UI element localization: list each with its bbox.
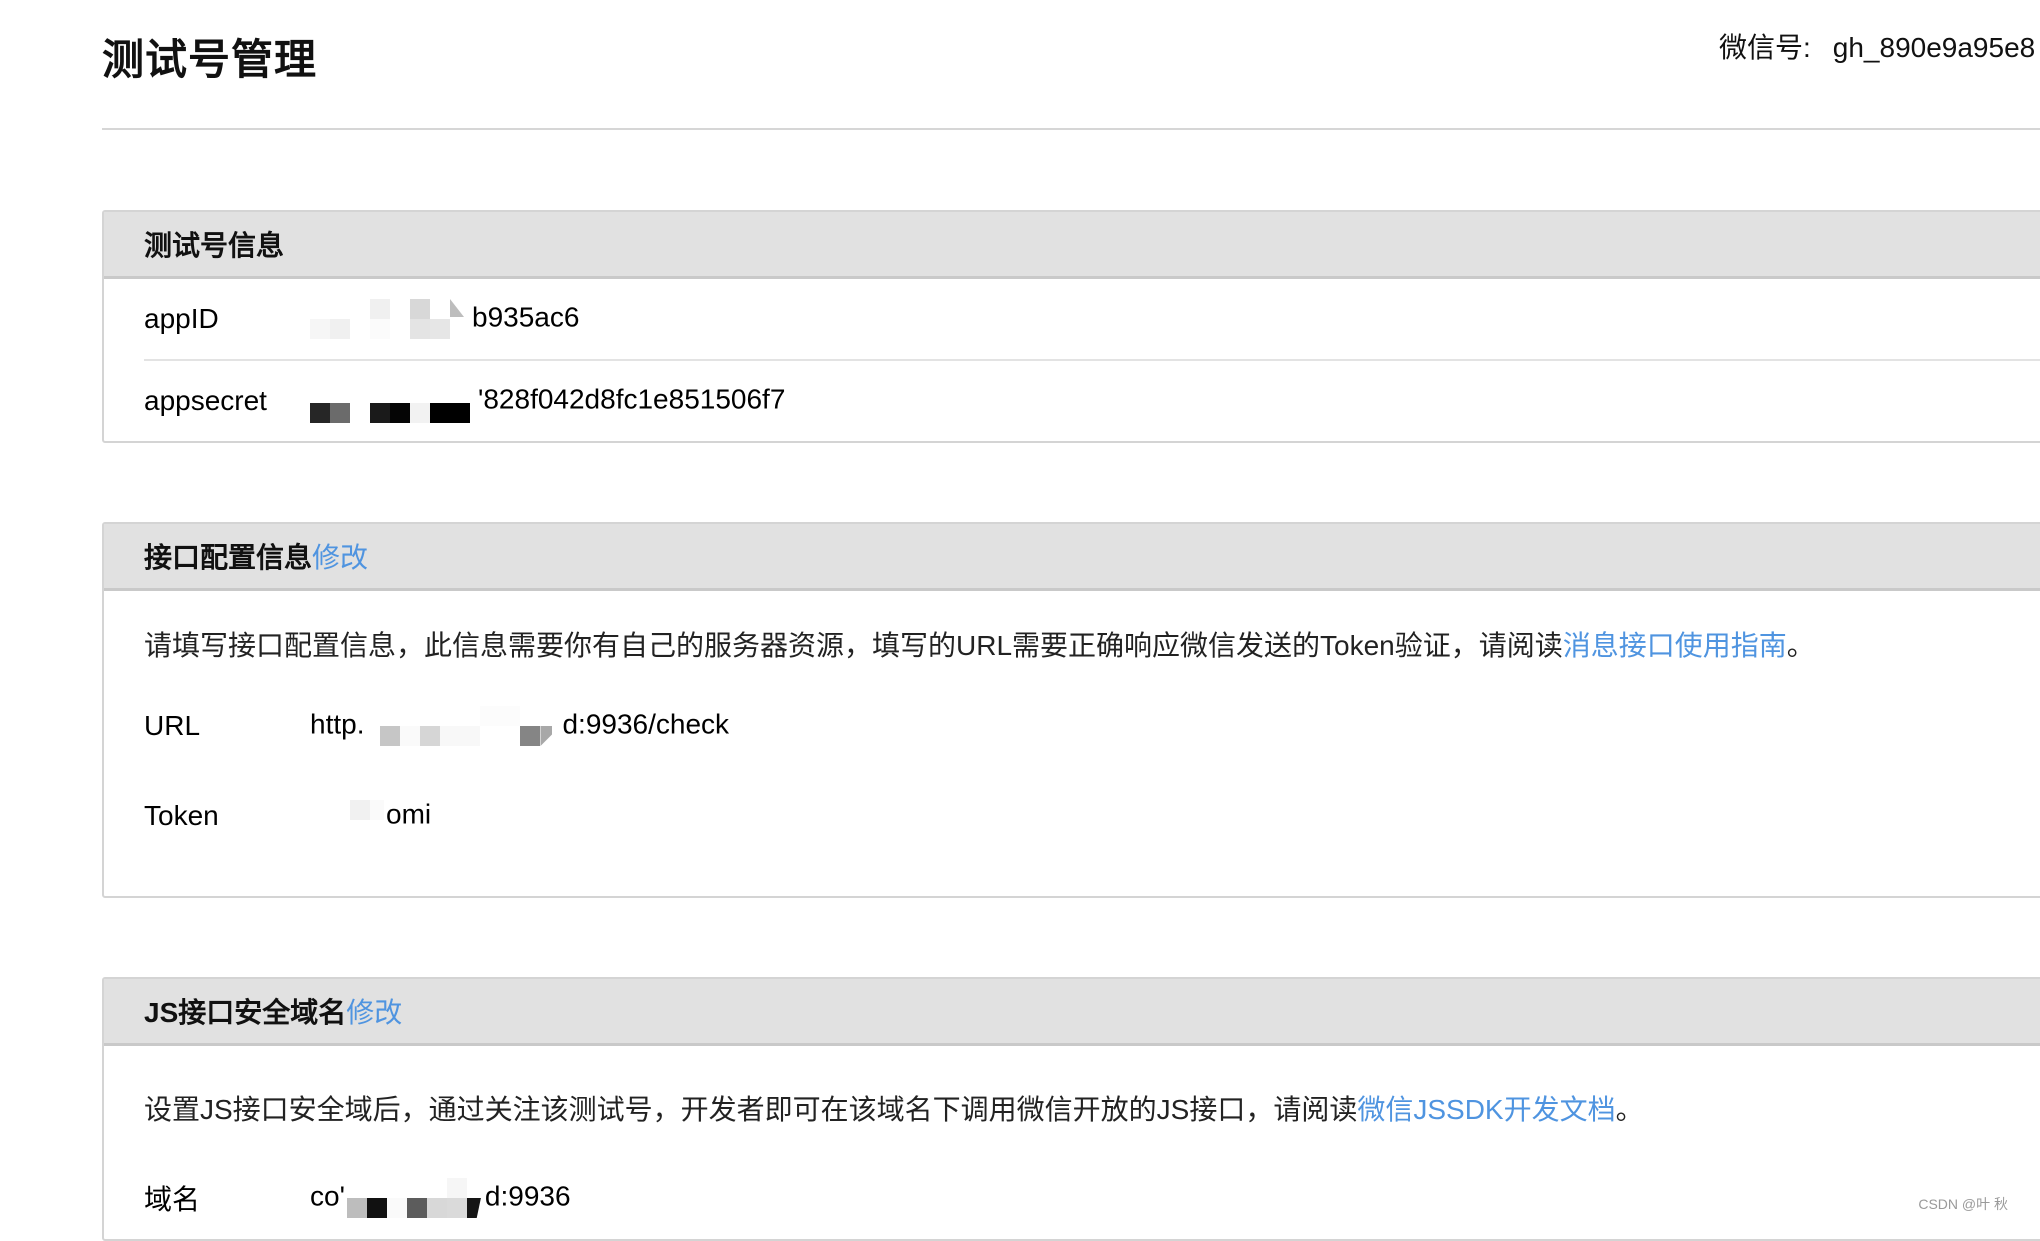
url-label: URL <box>144 710 201 741</box>
redaction-mosaic <box>310 299 472 339</box>
section-header: 测试号信息 <box>104 212 2040 279</box>
appsecret-visible-text: '828f042d8fc1e851506f7 <box>478 383 786 415</box>
redaction-mosaic <box>310 381 478 423</box>
url-suffix: d:9936/check <box>562 708 730 740</box>
js-domain-description: 设置JS接口安全域后，通过关注该测试号，开发者即可在该域名下调用微信开放的JS接… <box>144 1088 2040 1128</box>
section-header: JS接口安全域名 修改 <box>104 979 2040 1046</box>
url-row: URL http. d:9936/check <box>144 694 2040 758</box>
interface-config-section: 接口配置信息 修改 请填写接口配置信息，此信息需要你有自己的服务器资源，填写的UR… <box>102 522 2040 898</box>
domain-row: 域名 co' d:9936 <box>144 1166 2040 1230</box>
watermark: CSDN @叶 秋 <box>1914 1194 2012 1214</box>
token-row: Token omi <box>144 784 2040 848</box>
page-title: 测试号管理 <box>102 36 318 83</box>
domain-suffix: d:9936 <box>484 1180 571 1212</box>
redaction-mosaic <box>345 1178 485 1218</box>
message-api-guide-link[interactable]: 消息接口使用指南 <box>1563 630 1787 661</box>
appid-visible-text: b935ac6 <box>472 301 580 333</box>
wechat-id-label: 微信号: <box>1719 32 1811 63</box>
js-domain-section: JS接口安全域名 修改 设置JS接口安全域后，通过关注该测试号，开发者即可在该域名… <box>102 977 2040 1241</box>
wechat-id-value: gh_890e9a95e8 <box>1832 32 2036 63</box>
description-text: 请填写接口配置信息，此信息需要你有自己的服务器资源，填写的URL需要正确响应微信… <box>144 630 1563 661</box>
wechat-id: 微信号: gh_890e9a95e8 <box>1719 26 2035 66</box>
section-header: 接口配置信息 修改 <box>104 524 2040 591</box>
domain-value: co' d:9936 <box>310 1178 571 1218</box>
appsecret-label: appsecret <box>144 385 267 416</box>
appid-label: appID <box>144 303 219 334</box>
description-text: 设置JS接口安全域后，通过关注该测试号，开发者即可在该域名下调用微信开放的JS接… <box>144 1094 1358 1125</box>
description-end: 。 <box>1786 630 1815 661</box>
header-divider <box>102 128 2040 130</box>
token-label: Token <box>144 800 219 831</box>
edit-interface-config-link[interactable]: 修改 <box>312 536 368 576</box>
section-title: JS接口安全域名 <box>144 997 347 1028</box>
section-title: 接口配置信息 <box>144 542 313 573</box>
domain-label: 域名 <box>144 1184 201 1215</box>
appid-row: appID b935ac6 <box>144 279 2040 359</box>
redaction-mosaic <box>364 706 562 746</box>
test-account-info-section: 测试号信息 appID b935ac6 appsecret '828f042d8… <box>102 210 2040 443</box>
url-prefix: http. <box>310 708 365 740</box>
token-value: omi <box>310 796 431 836</box>
url-value: http. d:9936/check <box>310 706 729 746</box>
appsecret-row: appsecret '828f042d8fc1e851506f7 <box>144 359 2040 441</box>
description-end: 。 <box>1615 1094 1644 1125</box>
redaction-mosaic <box>310 796 386 836</box>
edit-js-domain-link[interactable]: 修改 <box>346 991 402 1031</box>
section-title: 测试号信息 <box>144 230 285 261</box>
interface-description: 请填写接口配置信息，此信息需要你有自己的服务器资源，填写的URL需要正确响应微信… <box>144 624 2040 664</box>
domain-prefix: co' <box>310 1180 345 1212</box>
appsecret-value: '828f042d8fc1e851506f7 <box>310 381 786 423</box>
appid-value: b935ac6 <box>310 299 579 339</box>
token-visible-text: omi <box>386 798 432 830</box>
jssdk-doc-link[interactable]: 微信JSSDK开发文档 <box>1357 1094 1615 1125</box>
